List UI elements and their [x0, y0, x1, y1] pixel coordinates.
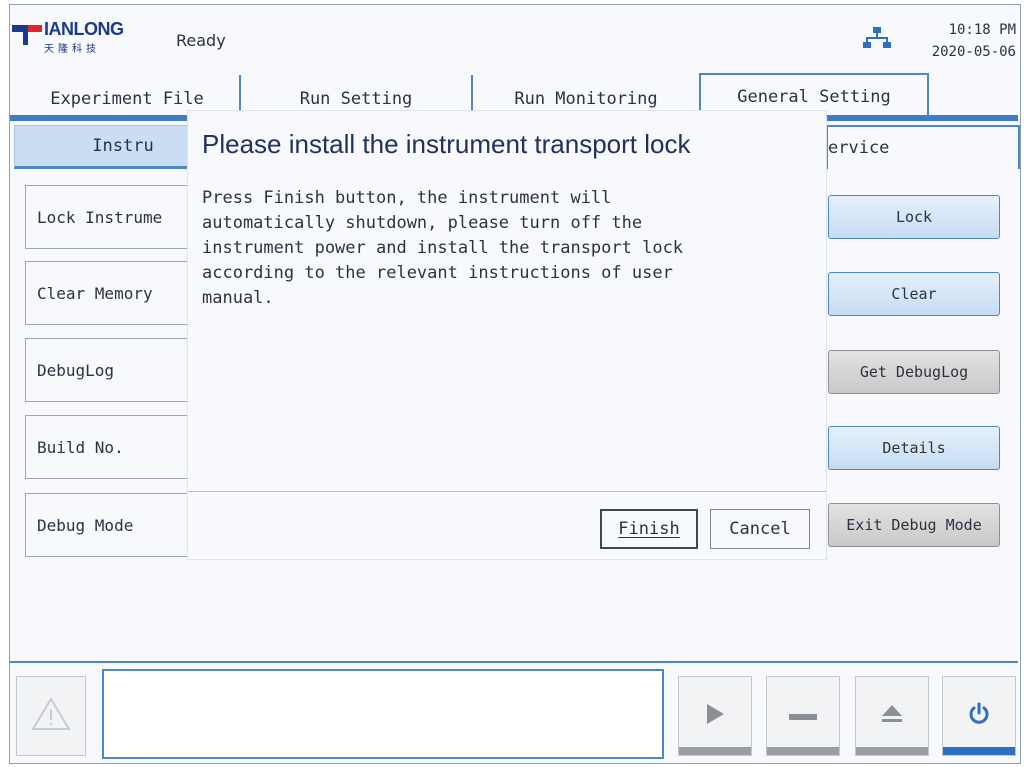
clear-button[interactable]: Clear: [828, 272, 1000, 316]
dialog-divider: [188, 491, 826, 492]
network-icon: [863, 25, 891, 49]
row-label: DebugLog: [37, 360, 115, 380]
button-indicator: [679, 747, 751, 755]
lock-button[interactable]: Lock: [828, 195, 1000, 239]
dialog-title: Please install the instrument transport …: [202, 129, 691, 159]
logo-text: IANLONG: [44, 19, 124, 39]
subtab-label: ervice: [828, 138, 890, 158]
eject-icon: [880, 702, 904, 730]
row-label: Clear Memory: [37, 283, 153, 303]
exit-debug-mode-button[interactable]: Exit Debug Mode: [828, 503, 1000, 547]
power-icon: [967, 702, 991, 730]
tab-label: Experiment File: [50, 89, 204, 109]
warning-indicator[interactable]: [16, 676, 86, 756]
app-window: IANLONG 天隆科技 Ready 10:18 PM 2020-05-06 E…: [9, 4, 1021, 764]
button-indicator: [943, 747, 1015, 755]
tab-label: Run Monitoring: [514, 89, 658, 109]
finish-button[interactable]: Finish: [600, 509, 698, 549]
row-debuglog: DebugLog: [25, 338, 195, 402]
play-icon: [704, 702, 726, 730]
bottom-divider: [10, 661, 1018, 663]
status-text: Ready: [176, 31, 226, 50]
details-button[interactable]: Details: [828, 426, 1000, 470]
row-lock-instrument: Lock Instrume: [25, 185, 195, 249]
clock-time: 10:18 PM: [948, 22, 1016, 38]
button-indicator: [856, 747, 928, 755]
dialog-message: Press Finish button, the instrument will…: [202, 188, 684, 308]
stop-button[interactable]: [766, 676, 840, 756]
row-label: Debug Mode: [37, 515, 134, 535]
stop-icon: [789, 707, 817, 726]
finish-label: Finish: [618, 519, 680, 539]
cancel-label: Cancel: [729, 519, 791, 539]
eject-button[interactable]: [855, 676, 929, 756]
run-button[interactable]: [678, 676, 752, 756]
warning-icon: [31, 697, 71, 735]
cancel-button[interactable]: Cancel: [710, 509, 810, 549]
tab-label: Run Setting: [299, 89, 413, 109]
tab-label: General Setting: [737, 87, 891, 107]
clock-date: 2020-05-06: [931, 44, 1016, 60]
message-area: [102, 669, 664, 759]
subtab-service[interactable]: ervice: [826, 125, 1020, 169]
row-label: Lock Instrume: [37, 207, 163, 227]
logo-subtitle: 天隆科技: [44, 44, 100, 55]
row-clear-memory: Clear Memory: [25, 261, 195, 325]
get-debuglog-button[interactable]: Get DebugLog: [828, 350, 1000, 394]
clock: 10:18 PM 2020-05-06: [906, 19, 1016, 63]
subtab-label: Instru: [92, 136, 154, 156]
button-indicator: [767, 747, 839, 755]
subtab-instrument[interactable]: Instru: [14, 125, 192, 169]
power-button[interactable]: [942, 676, 1016, 756]
company-logo: IANLONG 天隆科技: [12, 19, 172, 55]
row-label: Build No.: [37, 437, 124, 457]
row-debug-mode: Debug Mode: [25, 493, 195, 557]
transport-lock-dialog: Please install the instrument transport …: [188, 111, 826, 559]
row-build-no: Build No.: [25, 415, 195, 479]
